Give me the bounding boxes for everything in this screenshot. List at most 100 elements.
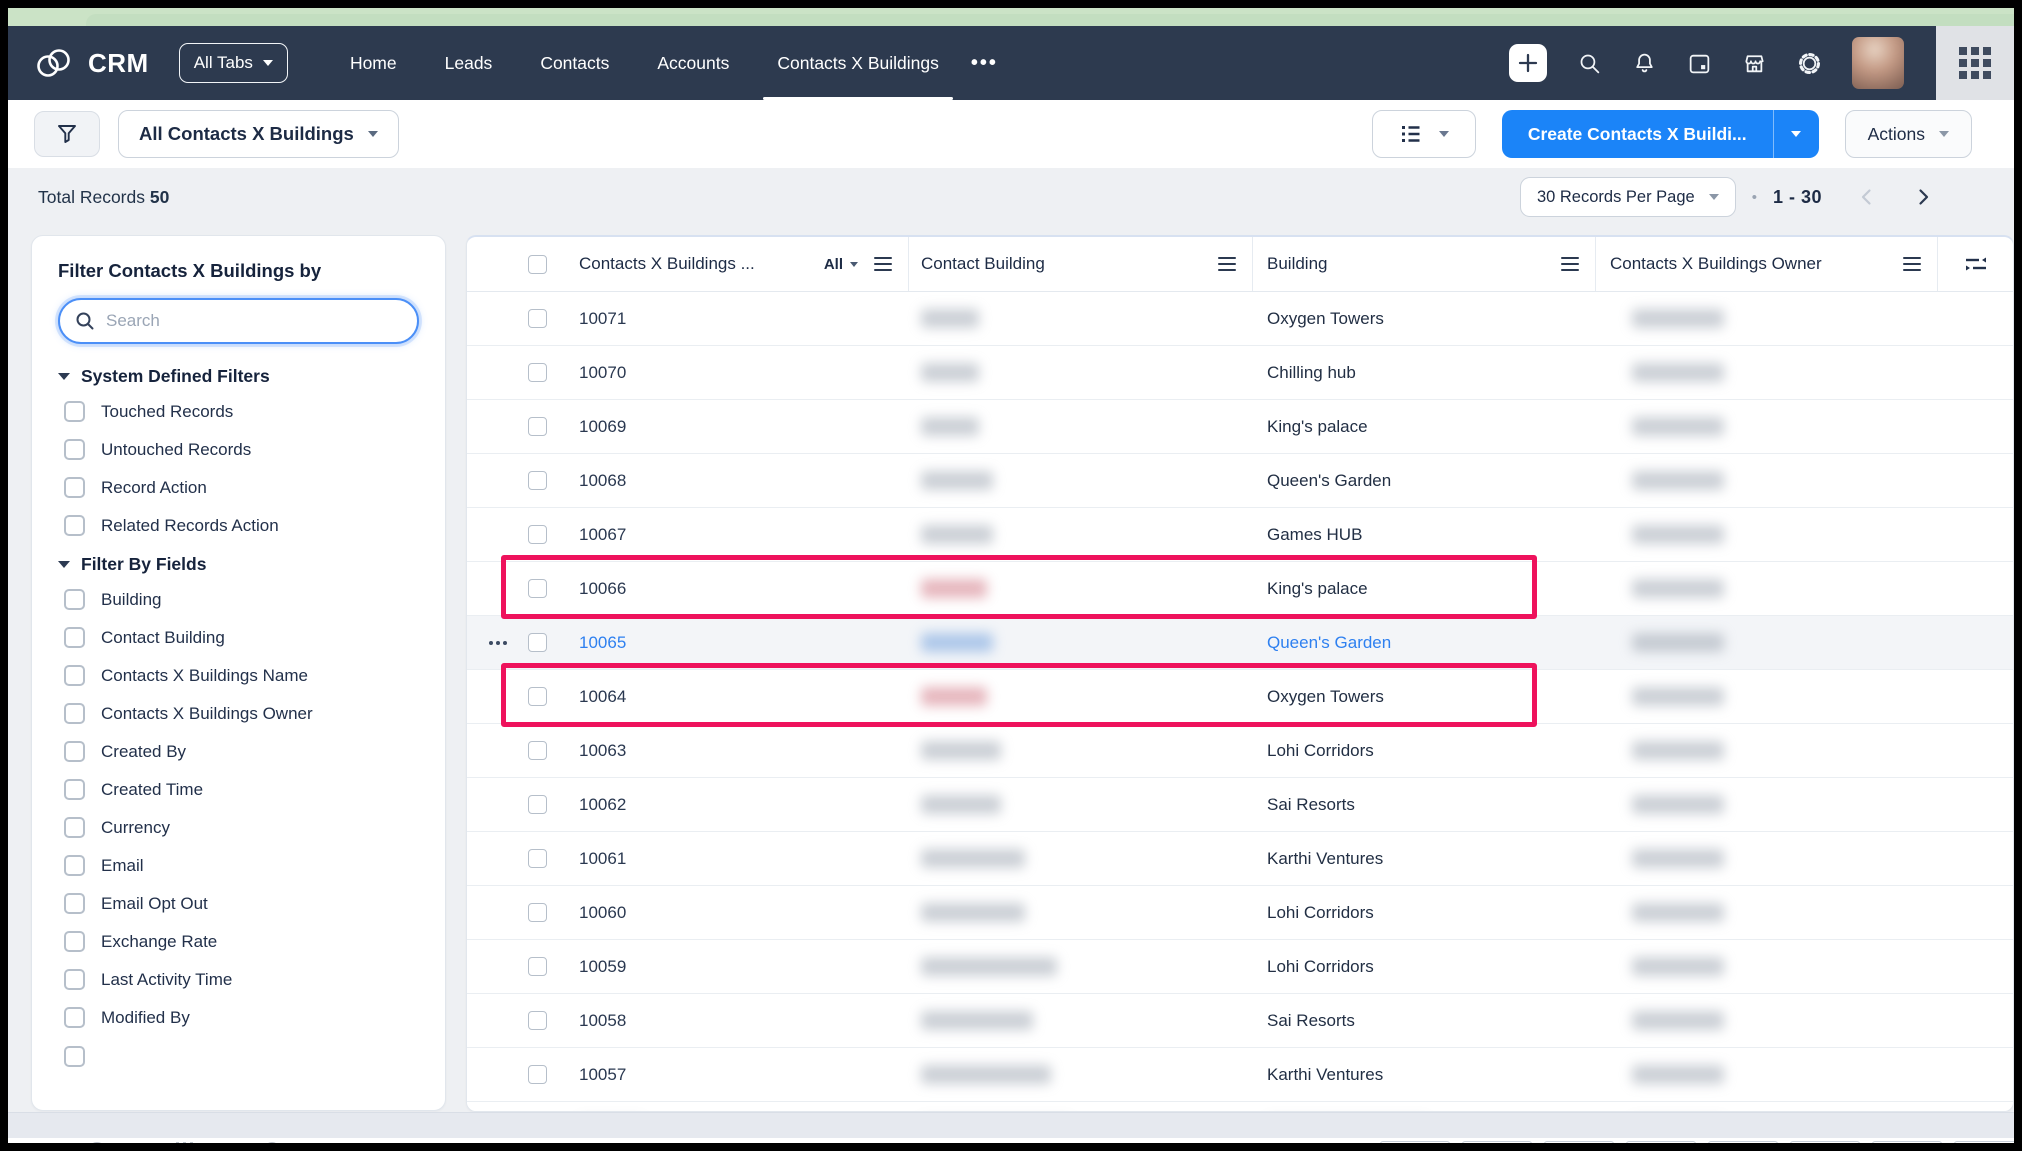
- smiley-icon[interactable]: [88, 1142, 106, 1143]
- record-id-link[interactable]: 10071: [579, 309, 626, 329]
- footer-partial-button[interactable]: [1872, 1141, 1942, 1143]
- tab-leads[interactable]: Leads: [421, 26, 517, 100]
- checkbox[interactable]: [64, 703, 85, 724]
- tab-contacts[interactable]: Contacts: [516, 26, 633, 100]
- prev-page-icon[interactable]: [1856, 186, 1878, 208]
- table-row[interactable]: 10065Queen's Garden: [467, 616, 2013, 670]
- table-row[interactable]: 10067Games HUB: [467, 508, 2013, 562]
- footer-partial-button[interactable]: [1708, 1141, 1778, 1143]
- filter-section-filter-by-fields[interactable]: Filter By Fields: [58, 554, 419, 575]
- marketplace-store-icon[interactable]: [1742, 51, 1767, 76]
- row-checkbox[interactable]: [528, 471, 547, 490]
- create-record-split-button[interactable]: Create Contacts X Buildi...: [1502, 110, 1819, 158]
- table-row[interactable]: 10061 Karthi Ventures: [467, 832, 2013, 886]
- record-id-link[interactable]: 10063: [579, 741, 626, 761]
- row-checkbox[interactable]: [528, 525, 547, 544]
- filter-item-created-time[interactable]: Created Time: [64, 779, 419, 800]
- record-id-link[interactable]: 10059: [579, 957, 626, 977]
- row-checkbox[interactable]: [528, 579, 547, 598]
- building-link[interactable]: King's palace: [1267, 417, 1368, 437]
- checkbox[interactable]: [64, 855, 85, 876]
- record-id-link[interactable]: 10061: [579, 849, 626, 869]
- building-link[interactable]: Queen's Garden: [1267, 633, 1391, 653]
- record-id-link[interactable]: 10062: [579, 795, 626, 815]
- building-link[interactable]: Lohi Corridors: [1267, 903, 1374, 923]
- create-record-button[interactable]: Create Contacts X Buildi...: [1502, 110, 1773, 158]
- building-link[interactable]: Sai Resorts: [1267, 795, 1355, 815]
- filter-item-exchange-rate[interactable]: Exchange Rate: [64, 931, 419, 952]
- table-row[interactable]: 10070 Chilling hub: [467, 346, 2013, 400]
- list-view-style-dropdown[interactable]: [1372, 110, 1476, 158]
- table-row[interactable]: 10066King's palace: [467, 562, 2013, 616]
- checkbox[interactable]: [64, 515, 85, 536]
- column-menu-icon[interactable]: [1218, 257, 1236, 271]
- building-link[interactable]: Lohi Corridors: [1267, 741, 1374, 761]
- search-input[interactable]: [58, 298, 419, 344]
- record-id-link[interactable]: 10060: [579, 903, 626, 923]
- filter-item-email[interactable]: Email: [64, 855, 419, 876]
- records-per-page-dropdown[interactable]: 30 Records Per Page: [1520, 177, 1736, 217]
- footer-partial-button[interactable]: [1626, 1141, 1696, 1143]
- record-id-link[interactable]: 10064: [579, 687, 626, 707]
- footer-partial-button[interactable]: [1954, 1141, 2014, 1143]
- column-header-owner[interactable]: Contacts X Buildings Owner: [1596, 237, 1938, 291]
- checkbox[interactable]: [64, 401, 85, 422]
- search-icon[interactable]: [1577, 51, 1602, 76]
- footer-partial-button[interactable]: [1790, 1141, 1860, 1143]
- tab-home[interactable]: Home: [326, 26, 421, 100]
- checkbox[interactable]: [64, 665, 85, 686]
- row-checkbox[interactable]: [528, 1011, 547, 1030]
- column-menu-icon[interactable]: [874, 257, 892, 271]
- table-row[interactable]: 10071Oxygen Towers: [467, 292, 2013, 346]
- filter-item-contact-building[interactable]: Contact Building: [64, 627, 419, 648]
- next-page-icon[interactable]: [1912, 186, 1934, 208]
- row-actions-icon[interactable]: [489, 641, 507, 645]
- building-link[interactable]: Chilling hub: [1267, 363, 1356, 383]
- building-link[interactable]: Sai Resorts: [1267, 1011, 1355, 1031]
- building-link[interactable]: Queen's Garden: [1267, 471, 1391, 491]
- footer-partial-button[interactable]: [1380, 1141, 1450, 1143]
- record-id-link[interactable]: 10057: [579, 1065, 626, 1085]
- row-checkbox[interactable]: [528, 363, 547, 382]
- filter-item-email-opt-out[interactable]: Email Opt Out: [64, 893, 419, 914]
- row-checkbox[interactable]: [528, 849, 547, 868]
- dots-grid-icon[interactable]: [176, 1142, 194, 1143]
- row-checkbox[interactable]: [528, 741, 547, 760]
- all-tabs-dropdown[interactable]: All Tabs: [179, 43, 288, 83]
- tab-accounts[interactable]: Accounts: [633, 26, 753, 100]
- person-icon[interactable]: [264, 1142, 280, 1143]
- building-link[interactable]: Karthi Ventures: [1267, 849, 1383, 869]
- select-all-checkbox[interactable]: [528, 255, 547, 274]
- record-id-link[interactable]: 10058: [579, 1011, 626, 1031]
- checkbox[interactable]: [64, 969, 85, 990]
- filter-item-contacts-x-buildings-owner[interactable]: Contacts X Buildings Owner: [64, 703, 419, 724]
- building-link[interactable]: Oxygen Towers: [1267, 687, 1384, 707]
- record-id-link[interactable]: 10070: [579, 363, 626, 383]
- record-id-link[interactable]: 10066: [579, 579, 626, 599]
- brand[interactable]: CRM: [32, 46, 149, 80]
- filter-item-created-by[interactable]: Created By: [64, 741, 419, 762]
- column-all-filter-dropdown[interactable]: All: [824, 256, 858, 273]
- tab-contacts-x-buildings[interactable]: Contacts X Buildings: [753, 26, 962, 100]
- more-tabs-icon[interactable]: •••: [963, 52, 1006, 75]
- record-id-link[interactable]: 10069: [579, 417, 626, 437]
- row-checkbox[interactable]: [528, 633, 547, 652]
- settings-gear-icon[interactable]: [1797, 51, 1822, 76]
- table-row[interactable]: 10057Karthi Ventures: [467, 1048, 2013, 1102]
- checkbox[interactable]: [64, 589, 85, 610]
- column-header-building[interactable]: Building: [1253, 237, 1596, 291]
- filter-item-modified-by[interactable]: Modified By: [64, 1007, 419, 1028]
- filter-item-related-records-action[interactable]: Related Records Action: [64, 515, 419, 536]
- checkbox[interactable]: [64, 741, 85, 762]
- checkbox[interactable]: [64, 1007, 85, 1028]
- checkbox[interactable]: [64, 439, 85, 460]
- horizontal-scroll-strip[interactable]: [8, 1112, 2014, 1138]
- row-checkbox[interactable]: [528, 1065, 547, 1084]
- filter-item-contacts-x-buildings-name[interactable]: Contacts X Buildings Name: [64, 665, 419, 686]
- row-checkbox[interactable]: [528, 903, 547, 922]
- row-checkbox[interactable]: [528, 309, 547, 328]
- notifications-bell-icon[interactable]: [1632, 51, 1657, 76]
- filter-item-last-activity-time[interactable]: Last Activity Time: [64, 969, 419, 990]
- record-id-link[interactable]: 10068: [579, 471, 626, 491]
- filter-item-currency[interactable]: Currency: [64, 817, 419, 838]
